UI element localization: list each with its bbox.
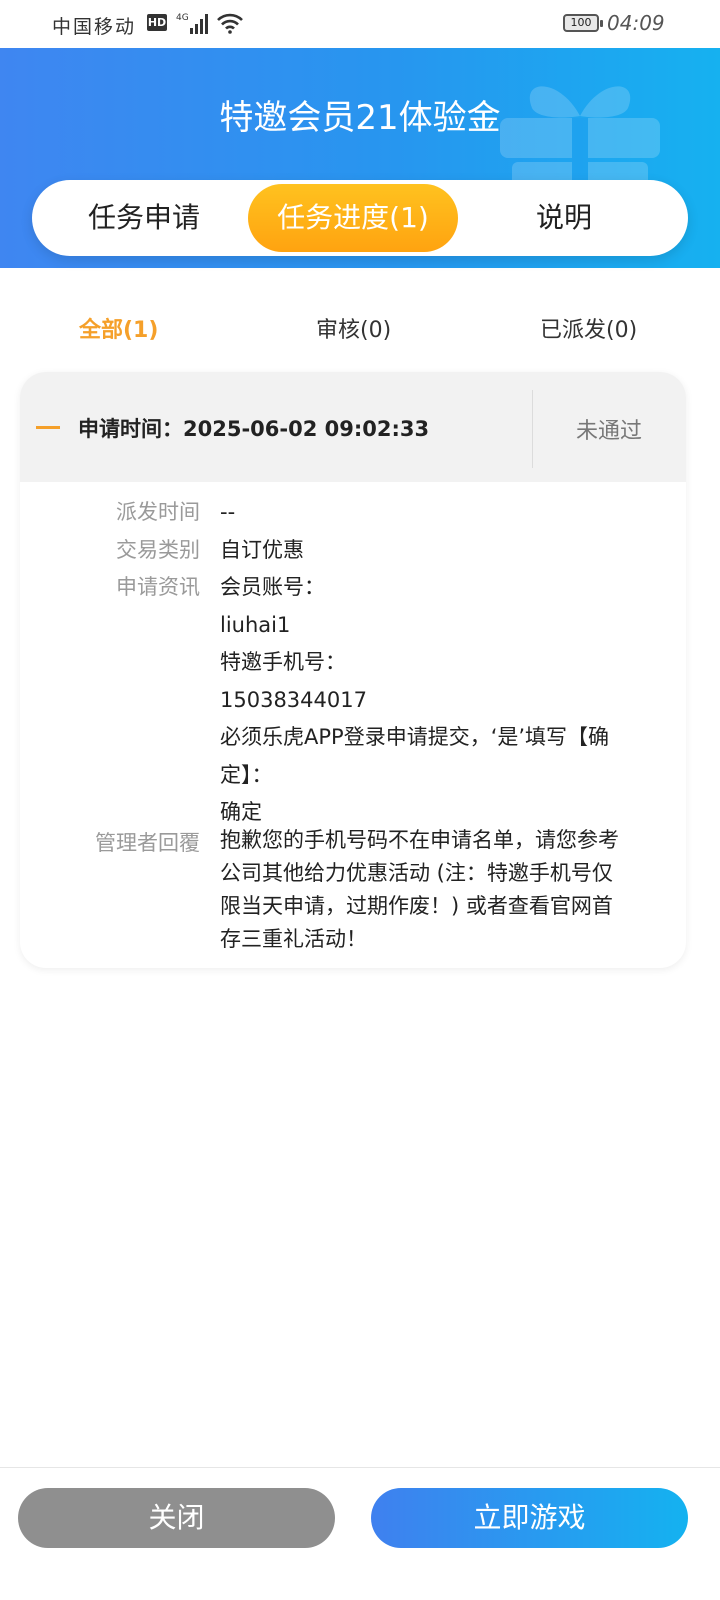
reply-line: 抱歉您的手机号码不在申请名单，请您参考 bbox=[220, 828, 619, 852]
status-bar: 中国移动 HD 4G 100 04:09 bbox=[0, 0, 720, 48]
info-line: 15038344017 bbox=[220, 687, 367, 712]
filter-all[interactable]: 全部(1) bbox=[79, 312, 158, 344]
status-time: 04:09 bbox=[607, 11, 665, 35]
status-badge: 未通过 bbox=[576, 419, 643, 444]
transaction-type-label: 交易类别 bbox=[116, 538, 200, 562]
header-divider bbox=[532, 390, 533, 468]
admin-reply: 抱歉您的手机号码不在申请名单，请您参考 公司其他给力优惠活动 (注：特邀手机号仅… bbox=[220, 824, 670, 956]
dispatch-time-label: 派发时间 bbox=[116, 500, 200, 524]
info-line: 定】： bbox=[220, 762, 273, 787]
tab-task-progress[interactable]: 任务进度(1) bbox=[248, 184, 458, 252]
play-now-button[interactable]: 立即游戏 bbox=[371, 1488, 688, 1548]
reply-line: 公司其他给力优惠活动 (注：特邀手机号仅 bbox=[220, 861, 613, 885]
tab-task-apply[interactable]: 任务申请 bbox=[40, 184, 248, 252]
carrier-name: 中国移动 bbox=[52, 16, 137, 38]
hd-icon: HD bbox=[147, 14, 167, 31]
network-type: 4G bbox=[176, 13, 189, 23]
info-line: liuhai1 bbox=[220, 612, 291, 637]
reply-line: 限当天申请，过期作废！) 或者查看官网首 bbox=[220, 894, 613, 918]
tab-instructions[interactable]: 说明 bbox=[462, 184, 666, 252]
application-info-label: 申请资讯 bbox=[116, 575, 200, 599]
signal-icon: 4G bbox=[176, 13, 208, 34]
transaction-type-value: 自订优惠 bbox=[220, 538, 304, 562]
admin-reply-label: 管理者回覆 bbox=[95, 831, 200, 855]
page-title: 特邀会员21体验金 bbox=[219, 98, 501, 138]
dispatch-time-value: -- bbox=[220, 500, 236, 524]
battery-icon: 100 bbox=[563, 14, 603, 32]
application-info: 会员账号： liuhai1 特邀手机号： 15038344017 必须乐虎APP… bbox=[220, 569, 670, 832]
filter-review[interactable]: 审核(0) bbox=[316, 312, 391, 344]
info-line: 特邀手机号： bbox=[220, 650, 346, 674]
apply-time: 申请时间：2025-06-02 09:02:33 bbox=[78, 417, 430, 441]
info-line: 必须乐虎APP登录申请提交，‘是’填写【确 bbox=[220, 725, 610, 749]
record-card-header[interactable]: 申请时间：2025-06-02 09:02:33 未通过 bbox=[20, 372, 686, 482]
close-button[interactable]: 关闭 bbox=[18, 1488, 335, 1548]
collapse-icon[interactable] bbox=[36, 426, 60, 429]
info-line: 会员账号： bbox=[220, 575, 325, 599]
wifi-icon bbox=[217, 13, 243, 34]
tab-bar: 任务申请 任务进度(1) 说明 bbox=[32, 180, 688, 256]
filter-dispatched[interactable]: 已派发(0) bbox=[540, 312, 637, 344]
bottom-bar: 关闭 立即游戏 bbox=[0, 1467, 720, 1600]
reply-line: 存三重礼活动！ bbox=[220, 927, 367, 951]
record-card: 申请时间：2025-06-02 09:02:33 未通过 派发时间 -- 交易类… bbox=[20, 372, 686, 968]
